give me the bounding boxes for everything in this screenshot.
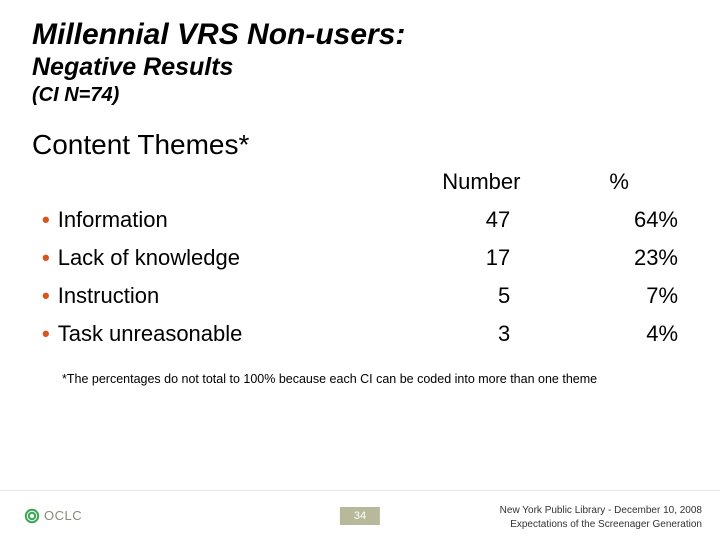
col-number: Number [412, 165, 550, 201]
bullet-icon: • [42, 207, 50, 232]
spiral-icon [24, 508, 40, 524]
col-percent: % [550, 165, 688, 201]
table-row: • Information 47 64% [32, 201, 688, 239]
row-percent: 64% [550, 201, 688, 239]
row-number: 47 [412, 201, 550, 239]
table-row: • Instruction 5 7% [32, 277, 688, 315]
page-number: 34 [340, 507, 380, 525]
logo-text: OCLC [44, 508, 82, 523]
bullet-icon: • [42, 245, 50, 270]
credit-line-2: Expectations of the Screenager Generatio… [500, 518, 702, 532]
row-percent: 7% [550, 277, 688, 315]
row-label: Information [58, 207, 168, 232]
bottom-bar: OCLC 34 New York Public Library - Decemb… [0, 490, 720, 540]
table-row: • Lack of knowledge 17 23% [32, 239, 688, 277]
section-heading: Content Themes* [32, 129, 688, 161]
ci-line: (CI N=74) [32, 84, 688, 107]
row-number: 17 [412, 239, 550, 277]
credit-line-1: New York Public Library - December 10, 2… [500, 504, 702, 518]
credits: New York Public Library - December 10, 2… [500, 504, 702, 532]
slide-subtitle: Negative Results [32, 53, 688, 82]
oclc-logo: OCLC [24, 508, 82, 524]
bullet-icon: • [42, 321, 50, 346]
row-label: Task unreasonable [58, 321, 243, 346]
slide-title: Millennial VRS Non-users: [32, 18, 688, 51]
footnote: *The percentages do not total to 100% be… [62, 371, 622, 387]
row-label: Lack of knowledge [58, 245, 240, 270]
row-percent: 4% [550, 315, 688, 353]
row-percent: 23% [550, 239, 688, 277]
row-label: Instruction [58, 283, 160, 308]
table-row: • Task unreasonable 3 4% [32, 315, 688, 353]
row-number: 3 [412, 315, 550, 353]
bullet-icon: • [42, 283, 50, 308]
data-table: Number % • Information 47 64% • Lack of kn… [32, 165, 688, 353]
row-number: 5 [412, 277, 550, 315]
